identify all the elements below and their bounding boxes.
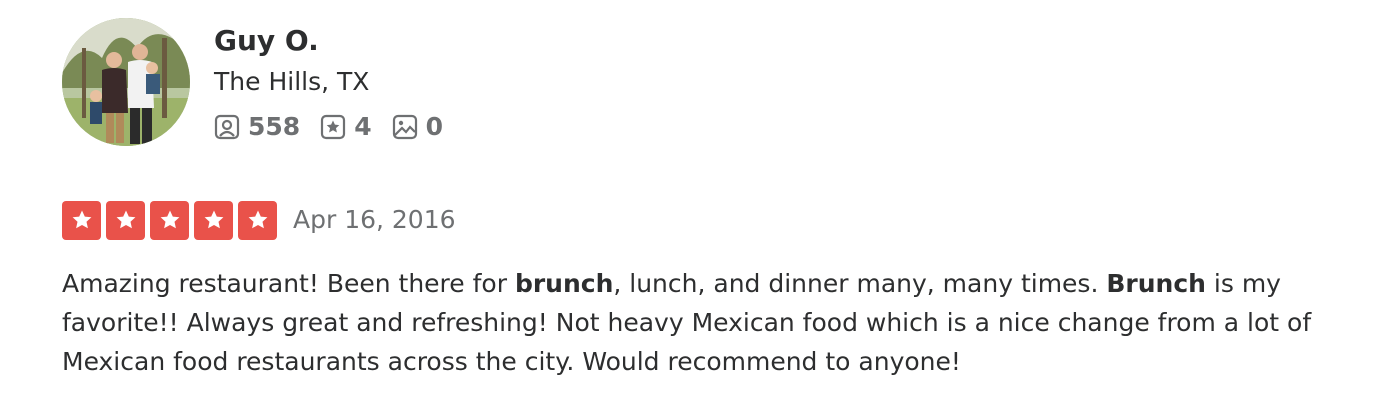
star-icon xyxy=(194,200,233,240)
review-text-highlight: brunch xyxy=(514,269,614,298)
rating-row: Apr 16, 2016 xyxy=(62,200,456,240)
friends-count: 558 xyxy=(248,112,301,141)
review-card: Guy O. The Hills, TX 558 4 0 Apr 16, 201… xyxy=(62,18,1352,376)
user-info: Guy O. The Hills, TX 558 4 0 xyxy=(214,24,463,142)
user-name-link[interactable]: Guy O. xyxy=(214,24,463,58)
star-rating xyxy=(62,200,277,240)
reviews-count: 4 xyxy=(354,112,372,141)
avatar[interactable] xyxy=(62,18,190,146)
avatar-photo xyxy=(62,18,190,146)
photos-stat: 0 xyxy=(392,112,443,142)
star-icon xyxy=(62,200,101,240)
star-icon xyxy=(150,200,189,240)
review-star-icon xyxy=(320,114,346,140)
user-location: The Hills, TX xyxy=(214,67,370,96)
user-stats: 558 4 0 xyxy=(214,112,463,142)
star-icon xyxy=(106,200,145,240)
star-icon xyxy=(238,200,277,240)
friends-stat: 558 xyxy=(214,112,300,142)
review-text-part: Amazing restaurant! Been there for xyxy=(62,269,515,298)
photos-count: 0 xyxy=(425,112,443,141)
review-text: Amazing restaurant! Been there for brunc… xyxy=(62,264,1352,381)
reviews-stat: 4 xyxy=(320,112,372,142)
review-text-highlight: Brunch xyxy=(1106,269,1206,298)
review-text-part: , lunch, and dinner many, many times. xyxy=(613,269,1107,298)
user-passport: Guy O. The Hills, TX 558 4 0 xyxy=(62,18,1352,148)
review-date: Apr 16, 2016 xyxy=(293,205,456,234)
photo-icon xyxy=(392,114,418,140)
friends-icon xyxy=(214,114,240,140)
